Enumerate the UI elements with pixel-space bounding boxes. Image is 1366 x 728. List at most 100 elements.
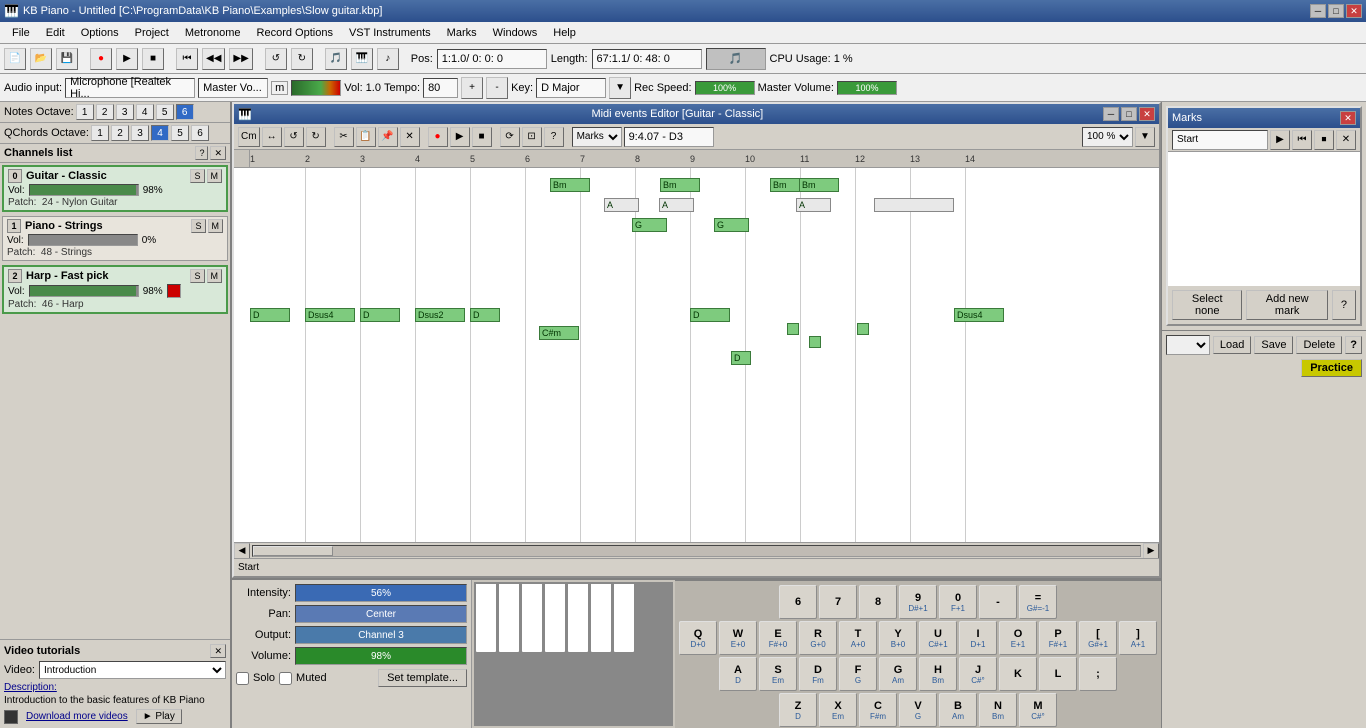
notes-button[interactable]: ♪ <box>377 48 399 70</box>
note-dsus2[interactable]: Dsus2 <box>415 308 465 322</box>
save-practice-button[interactable]: Save <box>1254 336 1293 354</box>
select-none-button[interactable]: Select none <box>1172 290 1242 320</box>
piano-key-e[interactable] <box>521 583 543 653</box>
key-semicolon[interactable]: ; <box>1079 657 1117 691</box>
muted-checkbox[interactable] <box>279 672 292 685</box>
key-c[interactable]: CF#m <box>859 693 897 727</box>
midi-help[interactable]: ? <box>544 127 564 147</box>
midi-play[interactable]: ▶ <box>450 127 470 147</box>
channels-help[interactable]: ? <box>195 146 208 160</box>
notes-oct-6[interactable]: 6 <box>176 104 194 120</box>
channel-1-mute[interactable]: M <box>208 219 224 233</box>
midi-loop[interactable]: ⟳ <box>500 127 520 147</box>
piano-key-a[interactable] <box>590 583 612 653</box>
h-scrollbar[interactable]: ◀ ▶ <box>234 542 1159 558</box>
note-dsus4-2[interactable]: Dsus4 <box>954 308 1004 322</box>
marks-close-btn[interactable]: ✕ <box>1336 130 1356 150</box>
marks-close[interactable]: ✕ <box>1340 111 1356 125</box>
midi-maximize[interactable]: □ <box>1121 107 1137 121</box>
midi-close[interactable]: ✕ <box>1139 107 1155 121</box>
output-bar[interactable]: Channel 3 <box>295 626 467 644</box>
note-chm[interactable]: C#m <box>539 326 579 340</box>
midi-stop[interactable]: ■ <box>472 127 492 147</box>
channel-0-mute[interactable]: M <box>207 169 223 183</box>
key-p[interactable]: PF#+1 <box>1039 621 1077 655</box>
menu-options[interactable]: Options <box>73 25 127 41</box>
menu-windows[interactable]: Windows <box>485 25 546 41</box>
piano-key-b[interactable] <box>613 583 635 653</box>
note-d-2[interactable]: D <box>360 308 400 322</box>
key-v[interactable]: VG <box>899 693 937 727</box>
key-rbracket[interactable]: ]A+1 <box>1119 621 1157 655</box>
midi-record[interactable]: ● <box>428 127 448 147</box>
delete-button[interactable]: Delete <box>1296 336 1342 354</box>
menu-project[interactable]: Project <box>127 25 177 41</box>
piano-button[interactable]: 🎹 <box>351 48 373 70</box>
forward-button[interactable]: ▶▶ <box>229 48 252 70</box>
video-dropdown[interactable]: Introduction <box>39 661 226 679</box>
key-b[interactable]: BAm <box>939 693 977 727</box>
channel-2-vol-slider[interactable] <box>29 285 139 297</box>
key-s[interactable]: SEm <box>759 657 797 691</box>
roll-body[interactable]: Bm Bm Bm Bm A A A G G <box>234 168 1159 542</box>
redo-button[interactable]: ↻ <box>291 48 313 70</box>
key-a[interactable]: AD <box>719 657 757 691</box>
note-bm-2[interactable]: Bm <box>660 178 700 192</box>
marks-dropdown[interactable]: Marks <box>572 127 622 147</box>
practice-help[interactable]: ? <box>1345 336 1362 354</box>
minimize-button[interactable]: ─ <box>1310 4 1326 18</box>
note-d-3[interactable]: D <box>470 308 500 322</box>
channel-1-solo[interactable]: S <box>191 219 205 233</box>
note-g-2[interactable]: G <box>714 218 749 232</box>
close-button[interactable]: ✕ <box>1346 4 1362 18</box>
note-d-bottom[interactable]: D <box>731 351 751 365</box>
note-d-1[interactable]: D <box>250 308 290 322</box>
key-t[interactable]: TA+0 <box>839 621 877 655</box>
channels-close[interactable]: ✕ <box>210 146 226 160</box>
maximize-button[interactable]: □ <box>1328 4 1344 18</box>
qchords-oct-5[interactable]: 5 <box>171 125 189 141</box>
zoom-dropdown-btn[interactable]: ▼ <box>1135 127 1155 147</box>
key-0[interactable]: 0F+1 <box>939 585 977 619</box>
note-small-2[interactable] <box>809 336 821 348</box>
key-z[interactable]: ZD <box>779 693 817 727</box>
note-bm-1[interactable]: Bm <box>550 178 590 192</box>
key-u[interactable]: UC#+1 <box>919 621 957 655</box>
midi-delete[interactable]: ✕ <box>400 127 420 147</box>
notes-oct-3[interactable]: 3 <box>116 104 134 120</box>
marks-play[interactable]: ▶ <box>1270 130 1290 150</box>
note-small-3[interactable] <box>857 323 869 335</box>
add-mark-button[interactable]: Add new mark <box>1246 290 1327 320</box>
piano-key-d[interactable] <box>498 583 520 653</box>
key-j[interactable]: JC#° <box>959 657 997 691</box>
menu-metronome[interactable]: Metronome <box>177 25 249 41</box>
key-8[interactable]: 8 <box>859 585 897 619</box>
open-button[interactable]: 📂 <box>30 48 52 70</box>
menu-vst[interactable]: VST Instruments <box>341 25 439 41</box>
key-q[interactable]: QD+0 <box>679 621 717 655</box>
key-x[interactable]: XEm <box>819 693 857 727</box>
marks-help-button[interactable]: ? <box>1332 290 1356 320</box>
midi-cursor[interactable]: Cm <box>238 127 260 147</box>
menu-help[interactable]: Help <box>545 25 584 41</box>
marks-prev[interactable]: ⏮ <box>1292 130 1312 150</box>
key-w[interactable]: WE+0 <box>719 621 757 655</box>
midi-minimize[interactable]: ─ <box>1103 107 1119 121</box>
channel-1-vol-slider[interactable] <box>28 234 138 246</box>
note-a-3[interactable]: A <box>796 198 831 212</box>
key-9[interactable]: 9D#+1 <box>899 585 937 619</box>
menu-edit[interactable]: Edit <box>38 25 73 41</box>
midi-redo[interactable]: ↻ <box>306 127 326 147</box>
key-k[interactable]: K <box>999 657 1037 691</box>
channel-0-vol-slider[interactable] <box>29 184 139 196</box>
key-n[interactable]: NBm <box>979 693 1017 727</box>
key-7[interactable]: 7 <box>819 585 857 619</box>
midi-cut[interactable]: ✂ <box>334 127 354 147</box>
scroll-track[interactable] <box>252 545 1141 557</box>
zoom-dropdown[interactable]: 100 % <box>1082 127 1133 147</box>
scroll-right[interactable]: ▶ <box>1143 543 1159 559</box>
note-g-1[interactable]: G <box>632 218 667 232</box>
practice-button[interactable]: Practice <box>1301 359 1362 377</box>
intensity-bar[interactable]: 56% <box>295 584 467 602</box>
key-m[interactable]: MC#° <box>1019 693 1057 727</box>
